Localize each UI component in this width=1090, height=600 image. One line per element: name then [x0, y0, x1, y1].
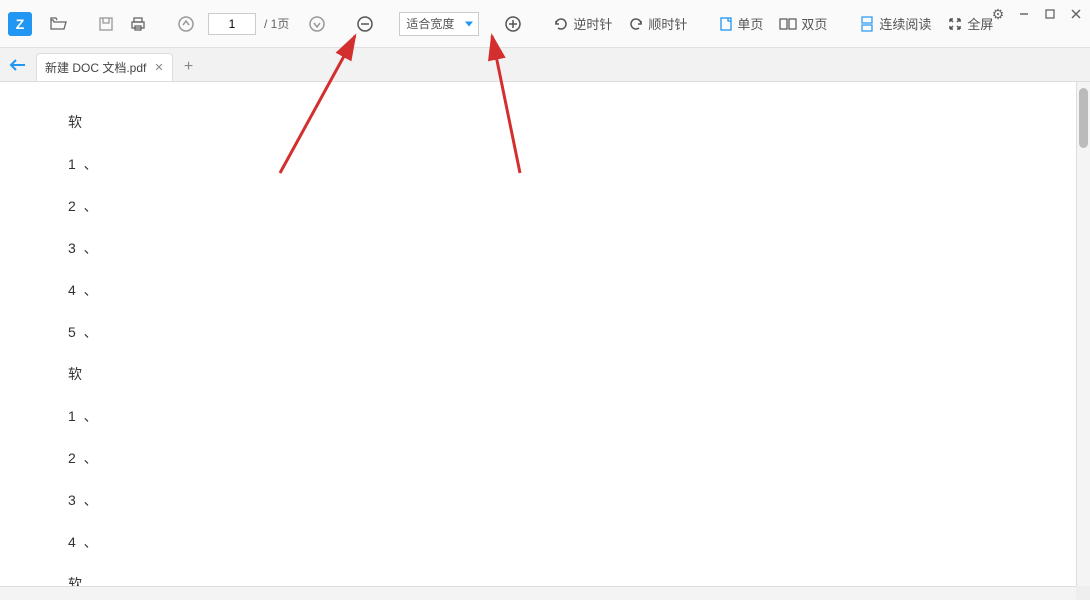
scrollbar-horizontal[interactable] — [0, 586, 1076, 600]
scroll-thumb[interactable] — [1079, 88, 1088, 148]
doc-line: 3 、 — [68, 490, 1008, 510]
maximize-button[interactable] — [1042, 6, 1058, 22]
tab-bar: 新建 DOC 文档.pdf ✕ + — [0, 48, 1090, 82]
rotate-cw-button[interactable]: 顺时针 — [622, 10, 693, 38]
page-total: / 1页 — [264, 15, 289, 32]
doc-line: 5 、 — [68, 322, 1008, 342]
main-toolbar: Z / 1页 适合宽度 逆时针 — [0, 0, 1090, 48]
double-page-button[interactable]: 双页 — [773, 10, 833, 38]
doc-line: 4 、 — [68, 532, 1008, 552]
doc-line: 1 、 — [68, 154, 1008, 174]
doc-line: 软 — [68, 364, 1008, 384]
doc-line: 软 — [68, 574, 1008, 586]
rotate-ccw-label: 逆时针 — [573, 14, 612, 33]
next-page-button[interactable] — [303, 10, 331, 38]
prev-page-button[interactable] — [172, 10, 200, 38]
doc-line: 2 、 — [68, 448, 1008, 468]
zoom-select[interactable]: 适合宽度 — [399, 12, 479, 36]
back-button[interactable] — [6, 53, 30, 77]
zoom-out-button[interactable] — [351, 10, 379, 38]
content-area: 软 1 、 2 、 3 、 4 、 5 、 软 1 、 2 、 3 、 4 、 … — [0, 82, 1090, 600]
document-page: 软 1 、 2 、 3 、 4 、 5 、 软 1 、 2 、 3 、 4 、 … — [0, 82, 1076, 586]
minimize-button[interactable] — [1016, 6, 1032, 22]
tab-label: 新建 DOC 文档.pdf — [45, 59, 146, 76]
doc-line: 4 、 — [68, 280, 1008, 300]
save-button[interactable] — [92, 10, 120, 38]
double-page-label: 双页 — [801, 14, 827, 33]
continuous-read-label: 连续阅读 — [879, 14, 931, 33]
settings-icon[interactable]: ⚙ — [990, 6, 1006, 22]
rotate-cw-label: 顺时针 — [648, 14, 687, 33]
tab-close-icon[interactable]: ✕ — [154, 61, 163, 74]
doc-line: 2 、 — [68, 196, 1008, 216]
single-page-button[interactable]: 单页 — [713, 10, 769, 38]
open-file-button[interactable] — [44, 10, 72, 38]
continuous-read-button[interactable]: 连续阅读 — [853, 10, 937, 38]
doc-line: 3 、 — [68, 238, 1008, 258]
zoom-select-label: 适合宽度 — [406, 15, 454, 32]
scrollbar-vertical[interactable] — [1076, 82, 1090, 586]
tab-active[interactable]: 新建 DOC 文档.pdf ✕ — [36, 53, 173, 81]
close-button[interactable] — [1068, 6, 1084, 22]
print-button[interactable] — [124, 10, 152, 38]
rotate-ccw-button[interactable]: 逆时针 — [547, 10, 618, 38]
page-input[interactable] — [208, 13, 256, 35]
doc-line: 1 、 — [68, 406, 1008, 426]
single-page-label: 单页 — [737, 14, 763, 33]
app-logo: Z — [8, 12, 32, 36]
zoom-in-button[interactable] — [499, 10, 527, 38]
tab-add-button[interactable]: + — [177, 55, 201, 79]
doc-line: 软 — [68, 112, 1008, 132]
